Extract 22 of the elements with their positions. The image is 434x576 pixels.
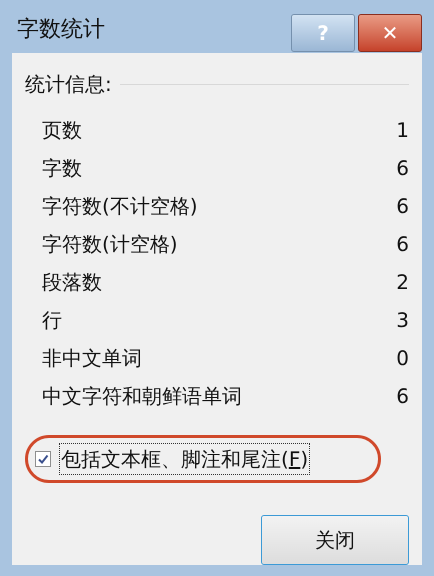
- stat-value: 6: [396, 193, 409, 220]
- stat-label: 行: [42, 307, 62, 334]
- checkmark-icon: [37, 453, 49, 465]
- section-title: 统计信息:: [25, 71, 112, 98]
- stat-value: 2: [396, 269, 409, 296]
- stat-label: 段落数: [42, 269, 102, 296]
- stat-value: 6: [396, 231, 409, 258]
- stat-label: 字数: [42, 155, 82, 182]
- window-title: 字数统计: [17, 16, 106, 44]
- stat-value: 6: [396, 383, 409, 410]
- checkbox-label[interactable]: 包括文本框、脚注和尾注(F): [59, 443, 310, 475]
- stat-label: 非中文单词: [42, 345, 142, 372]
- stat-value: 6: [396, 155, 409, 182]
- stat-value: 1: [396, 117, 409, 144]
- checkbox[interactable]: [35, 451, 51, 467]
- stat-label: 页数: [42, 117, 82, 144]
- stat-value: 3: [396, 307, 409, 334]
- stat-label: 字符数(不计空格): [42, 193, 198, 220]
- stat-label: 字符数(计空格): [42, 231, 178, 258]
- stat-label: 中文字符和朝鲜语单词: [42, 383, 242, 410]
- close-dialog-button[interactable]: 关闭: [261, 515, 409, 565]
- stat-value: 0: [396, 345, 409, 372]
